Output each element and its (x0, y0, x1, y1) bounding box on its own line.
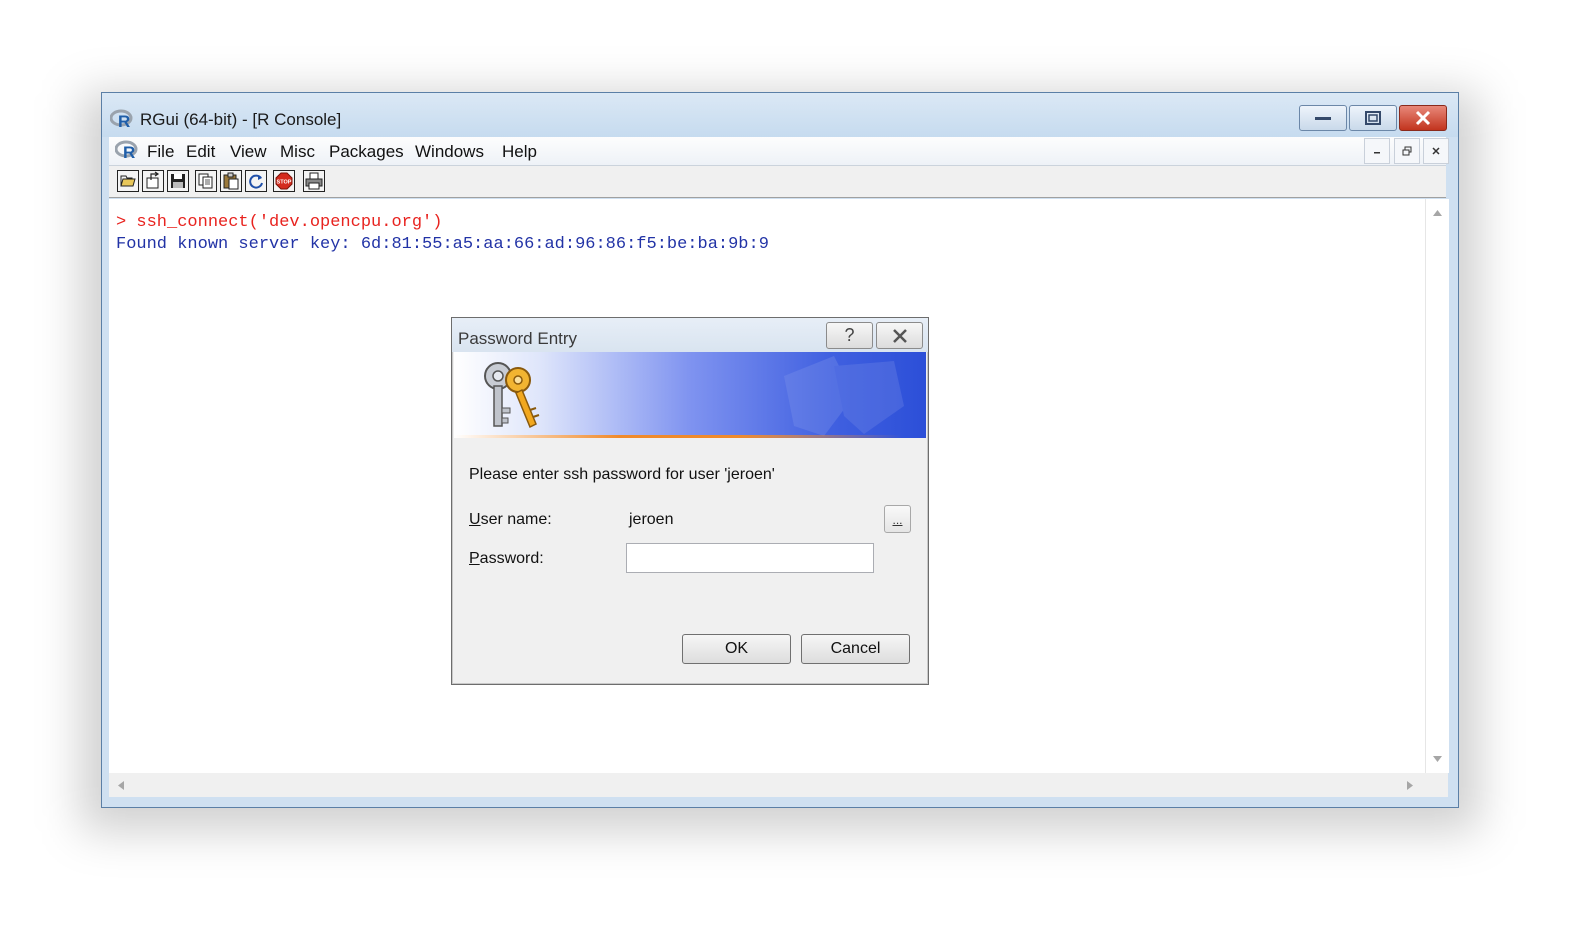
menu-help[interactable]: Help (502, 142, 537, 162)
svg-text:R: R (123, 143, 135, 160)
password-label-accel: P (469, 550, 480, 567)
open-folder-icon (120, 175, 136, 187)
close-icon (1415, 110, 1431, 126)
scroll-down-icon[interactable] (1432, 755, 1443, 763)
refresh-icon (249, 174, 263, 189)
stop-icon: STOP (275, 172, 293, 190)
username-label-accel: U (469, 511, 481, 528)
close-icon (1432, 147, 1440, 155)
username-value: jeroen (629, 511, 674, 528)
print-icon (305, 172, 323, 190)
minimize-icon (1315, 117, 1331, 120)
username-label: User name: (469, 511, 552, 529)
save-icon (171, 174, 185, 188)
keys-watermark-icon (784, 356, 904, 436)
vertical-scrollbar[interactable] (1425, 199, 1449, 773)
ellipsis-icon: ... (892, 513, 903, 527)
banner-accent-line (454, 435, 926, 438)
help-icon: ? (844, 325, 855, 345)
load-icon (146, 171, 160, 189)
username-label-text: ser name: (480, 511, 552, 528)
paste-button[interactable] (220, 170, 242, 192)
save-workspace-button[interactable] (167, 170, 189, 192)
password-label-text: assword: (479, 550, 544, 567)
keys-icon (484, 362, 540, 429)
dialog-title-bar[interactable]: Password Entry ? (452, 318, 928, 352)
load-workspace-button[interactable] (142, 170, 164, 192)
close-button[interactable] (1399, 105, 1447, 131)
menu-windows[interactable]: Windows (415, 142, 484, 162)
scroll-left-icon[interactable] (117, 780, 125, 791)
menu-view[interactable]: View (230, 142, 267, 162)
copy-icon (198, 173, 213, 189)
r-logo-icon: R (110, 109, 133, 129)
dialog-banner (454, 352, 926, 438)
title-bar[interactable]: R RGui (64-bit) - [R Console] (102, 93, 1458, 137)
maximize-button[interactable] (1349, 105, 1397, 131)
menu-packages[interactable]: Packages (329, 142, 404, 162)
toolbar: STOP (109, 166, 1446, 198)
r-document-icon[interactable]: R (115, 140, 139, 160)
child-restore-button[interactable] (1394, 138, 1420, 164)
password-label: Password: (469, 550, 544, 568)
open-script-button[interactable] (117, 170, 139, 192)
minimize-button[interactable] (1299, 105, 1347, 131)
svg-text:R: R (118, 112, 130, 129)
ok-button[interactable]: OK (682, 634, 791, 664)
scroll-right-icon[interactable] (1406, 780, 1414, 791)
password-dialog: Password Entry ? Please enter ssh passwo… (451, 317, 929, 685)
console-command: > ssh_connect('dev.opencpu.org') (116, 213, 443, 232)
minimize-icon (1374, 152, 1380, 154)
child-close-button[interactable] (1423, 138, 1449, 164)
paste-icon (223, 172, 239, 190)
scroll-up-icon[interactable] (1432, 209, 1443, 217)
close-icon (892, 328, 907, 343)
svg-text:STOP: STOP (277, 180, 292, 186)
horizontal-scrollbar[interactable] (109, 773, 1448, 797)
stop-button[interactable]: STOP (273, 170, 295, 192)
browse-user-button[interactable]: ... (884, 505, 911, 533)
restore-icon (1402, 146, 1412, 156)
dialog-close-button[interactable] (876, 322, 923, 349)
dialog-message: Please enter ssh password for user 'jero… (469, 466, 775, 483)
restore-icon (1365, 111, 1381, 125)
console-output: Found known server key: 6d:81:55:a5:aa:6… (116, 235, 769, 254)
menu-file[interactable]: File (147, 142, 174, 162)
child-minimize-button[interactable] (1364, 138, 1390, 164)
copy-paste-button[interactable] (245, 170, 267, 192)
menu-misc[interactable]: Misc (280, 142, 315, 162)
cancel-button[interactable]: Cancel (801, 634, 910, 664)
print-button[interactable] (303, 170, 325, 192)
dialog-help-button[interactable]: ? (826, 322, 873, 349)
password-field[interactable] (626, 543, 874, 573)
menu-edit[interactable]: Edit (186, 142, 215, 162)
copy-button[interactable] (195, 170, 217, 192)
dialog-title: Password Entry (458, 329, 578, 348)
window-title: RGui (64-bit) - [R Console] (140, 110, 342, 129)
menu-bar: R File Edit View Misc Packages Windows H… (109, 137, 1449, 166)
